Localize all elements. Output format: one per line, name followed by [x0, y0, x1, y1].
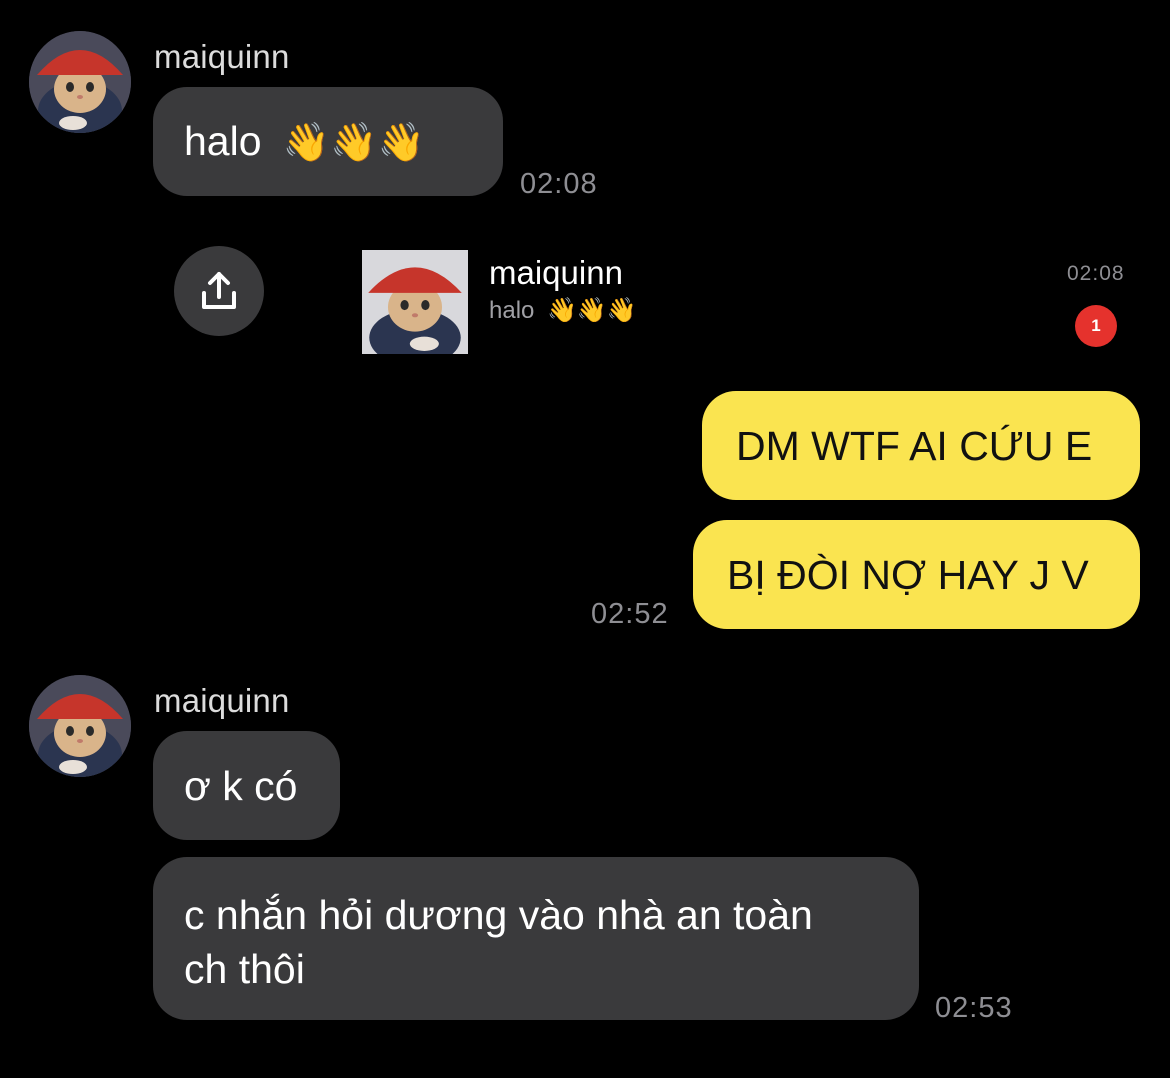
message-timestamp: 02:08 — [520, 168, 598, 200]
avatar[interactable] — [29, 31, 131, 133]
share-upload-icon — [202, 272, 236, 309]
message-text: c nhắn hỏi dương vào nhà an toàn — [184, 892, 813, 938]
shared-preview-text: halo — [489, 297, 535, 324]
cat-avatar-icon — [29, 675, 131, 777]
cat-avatar-icon — [362, 250, 468, 354]
shared-preview: halo 👋👋👋 — [489, 296, 637, 325]
shared-message-card[interactable]: maiquinn halo 👋👋👋 02:08 1 — [362, 250, 1142, 360]
avatar[interactable] — [29, 675, 131, 777]
message-timestamp: 02:53 — [935, 992, 1013, 1024]
message-bubble[interactable]: c nhắn hỏi dương vào nhà an toàn ch thôi — [153, 857, 919, 1020]
message-text: BỊ ĐÒI NỢ HAY J V — [727, 552, 1089, 598]
unread-badge: 1 — [1075, 305, 1117, 347]
shared-timestamp: 02:08 — [1067, 262, 1125, 285]
message-text: halo — [184, 118, 262, 164]
message-text: ch thôi — [184, 946, 305, 992]
waving-hand-icon: 👋👋👋 — [282, 120, 425, 164]
share-button[interactable] — [174, 246, 264, 336]
message-bubble-outgoing[interactable]: BỊ ĐÒI NỢ HAY J V — [693, 520, 1140, 629]
message-bubble[interactable]: halo 👋👋👋 — [153, 87, 503, 196]
message-text: DM WTF AI CỨU E — [736, 423, 1093, 469]
sender-name: maiquinn — [154, 682, 290, 719]
shared-thumbnail — [362, 250, 468, 354]
message-timestamp: 02:52 — [591, 598, 669, 630]
message-bubble-outgoing[interactable]: DM WTF AI CỨU E — [702, 391, 1140, 500]
shared-sender-name: maiquinn — [489, 254, 623, 291]
sender-name: maiquinn — [154, 38, 290, 75]
message-bubble[interactable]: ơ k có — [153, 731, 340, 840]
cat-avatar-icon — [29, 31, 131, 133]
waving-hand-icon: 👋👋👋 — [547, 296, 637, 324]
message-text: ơ k có — [184, 763, 298, 809]
